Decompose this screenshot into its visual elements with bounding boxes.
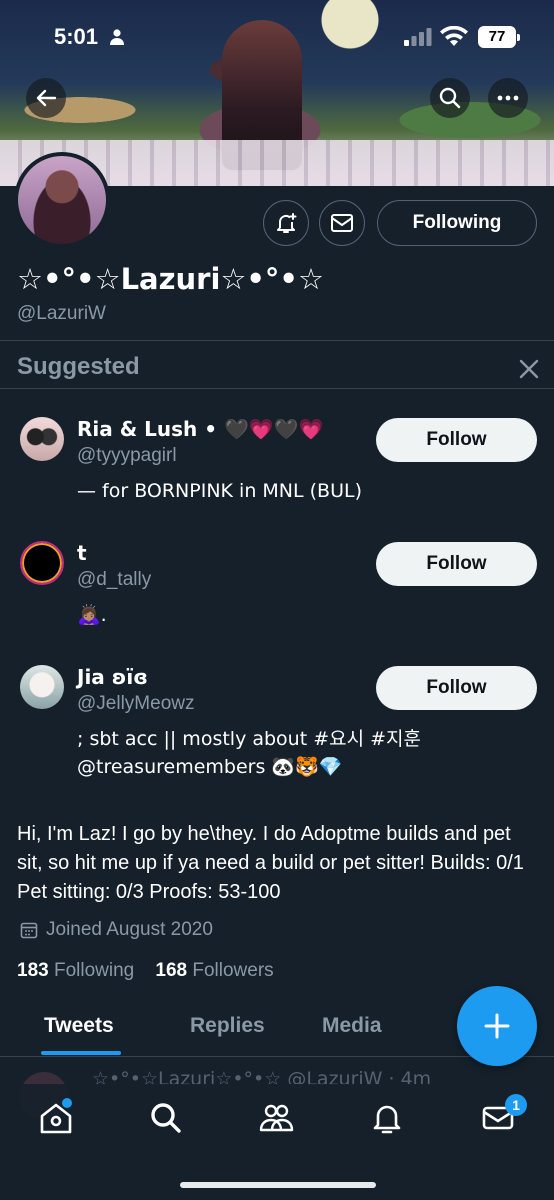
close-icon[interactable] [516, 356, 542, 382]
user-name[interactable]: t [77, 541, 87, 565]
user-bio: — for BORNPINK in MNL (BUL) [77, 480, 362, 502]
messages-badge: 1 [505, 1094, 527, 1116]
home-notification-dot [62, 1098, 72, 1108]
notifications-toggle-button[interactable] [263, 200, 309, 246]
compose-tweet-button[interactable] [457, 986, 537, 1066]
profile-display-name: ☆•°•☆Lazuri☆•°•☆ [17, 262, 324, 296]
followers-count: 168 [155, 960, 188, 981]
profile-avatar[interactable] [14, 152, 110, 248]
follow-button[interactable]: Follow [376, 666, 537, 710]
calendar-icon [20, 922, 38, 939]
search-icon[interactable] [148, 1100, 184, 1136]
suggested-title: Suggested [17, 353, 140, 380]
joined-text: Joined August 2020 [46, 919, 213, 940]
more-icon [497, 95, 519, 101]
joined-date: Joined August 2020 [20, 919, 213, 941]
user-handle: @JellyMeowz [77, 693, 195, 714]
follow-button[interactable]: Follow [376, 542, 537, 586]
follow-button[interactable]: Follow [376, 418, 537, 462]
bell-icon[interactable] [369, 1100, 405, 1136]
plus-icon [484, 1013, 510, 1039]
user-avatar[interactable] [20, 417, 64, 461]
following-button[interactable]: Following [377, 200, 537, 246]
user-avatar[interactable] [20, 541, 64, 585]
user-bio: ; sbt acc || mostly about #요시 #지훈 @treas… [77, 728, 422, 778]
profile-handle: @LazuriW [17, 303, 106, 324]
follow-stats: 183 Following 168 Followers [17, 960, 274, 982]
search-button[interactable] [430, 78, 470, 118]
person-icon [110, 29, 124, 45]
tab-tweets[interactable]: Tweets [44, 1014, 114, 1038]
back-button[interactable] [26, 78, 66, 118]
envelope-icon [331, 214, 353, 232]
communities-icon[interactable] [258, 1100, 294, 1136]
tab-media[interactable]: Media [322, 1014, 382, 1038]
signal-icon [404, 28, 432, 46]
followers-stat[interactable]: 168 Followers [155, 960, 273, 981]
more-options-button[interactable] [488, 78, 528, 118]
message-button[interactable] [319, 200, 365, 246]
tab-replies[interactable]: Replies [190, 1014, 265, 1038]
user-avatar[interactable] [20, 665, 64, 709]
followers-label: Followers [192, 960, 274, 981]
home-indicator [180, 1182, 376, 1188]
following-stat[interactable]: 183 Following [17, 960, 134, 981]
following-label: Following [53, 960, 135, 981]
divider [0, 340, 554, 341]
user-handle: @tyyypagirl [77, 445, 177, 466]
user-name[interactable]: Ria & Lush • 🖤💗🖤💗 [77, 417, 324, 441]
user-bio: 🙇🏽‍♀️. [77, 604, 107, 626]
status-bar: 5:01 77 [0, 20, 554, 56]
wifi-icon [440, 26, 468, 46]
user-name[interactable]: Jia ʚïɞ [77, 665, 148, 689]
profile-bio: Hi, I'm Laz! I go by he\they. I do Adopt… [17, 823, 524, 903]
active-tab-indicator [41, 1051, 121, 1055]
battery-indicator: 77 [478, 26, 520, 48]
arrow-left-icon [36, 89, 57, 107]
bell-plus-icon [277, 213, 297, 233]
following-count: 183 [17, 960, 49, 981]
search-icon [439, 87, 461, 109]
user-handle: @d_tally [77, 569, 152, 590]
status-time: 5:01 [54, 24, 99, 49]
divider [0, 388, 554, 389]
